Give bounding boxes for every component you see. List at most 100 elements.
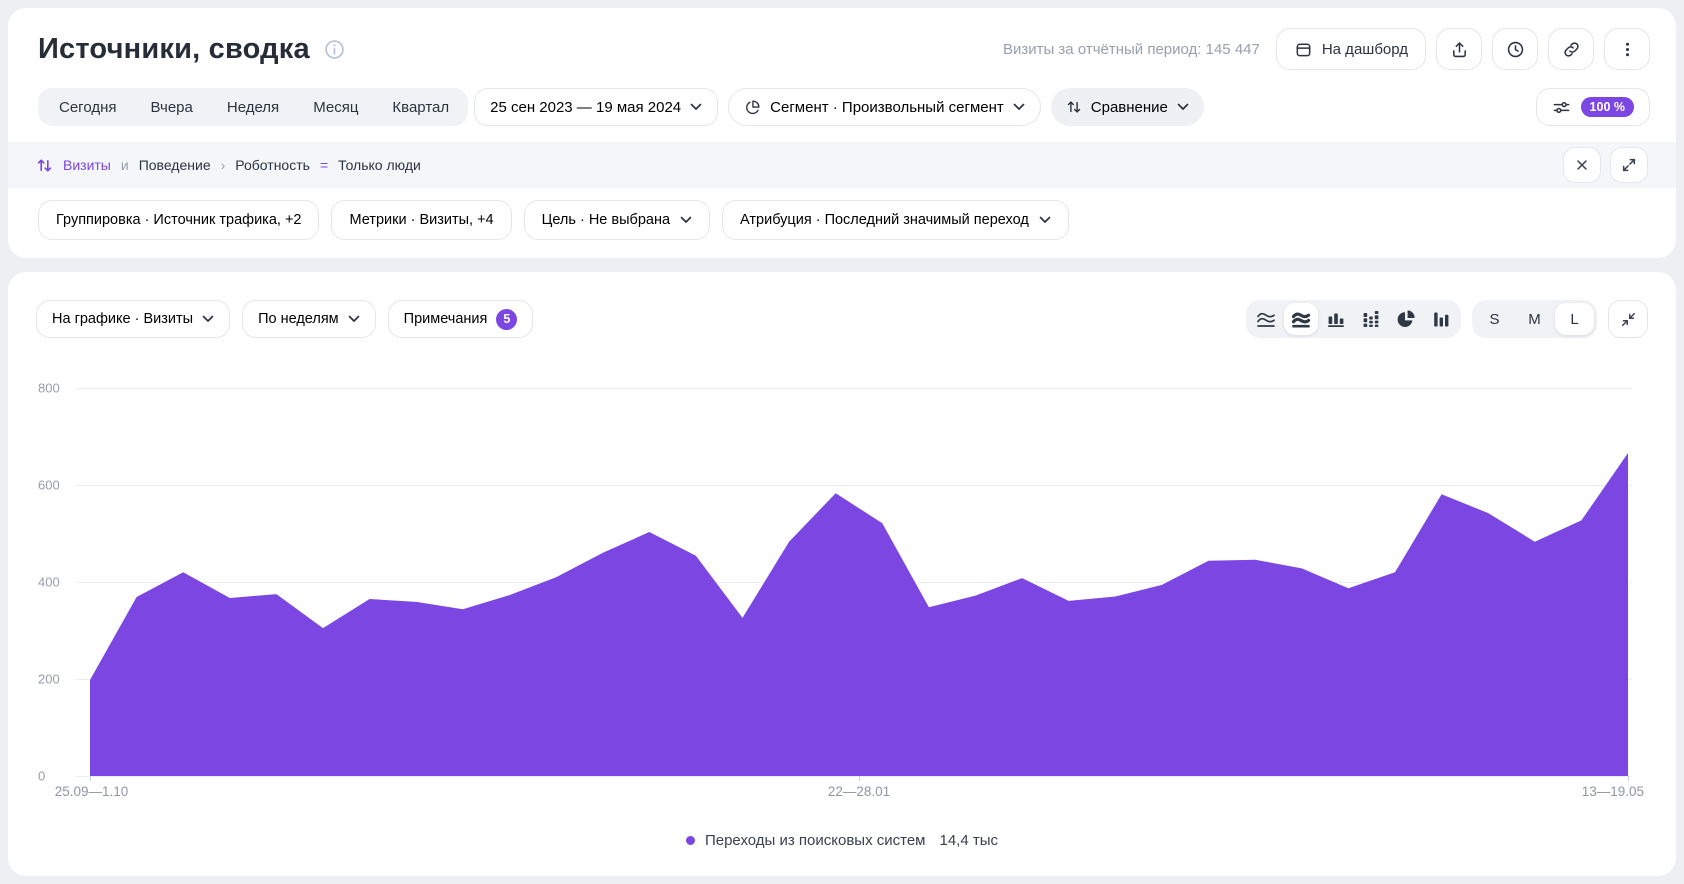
page-title: Источники, сводка xyxy=(38,33,310,66)
chevron-down-icon xyxy=(1039,216,1051,224)
period-preset[interactable]: Месяц xyxy=(296,99,375,116)
legend-item[interactable]: Переходы из поисковых систем 14,4 тыс xyxy=(8,832,1676,849)
chip-label: Цель · Не выбрана xyxy=(542,212,670,228)
share-icon xyxy=(1450,40,1469,59)
chart-size-button[interactable]: S xyxy=(1475,303,1514,335)
notes-button[interactable]: Примечания 5 xyxy=(388,300,534,338)
chip-label: Метрики · Визиты, +4 xyxy=(349,212,493,228)
metric-filter-bar: Визиты и Поведение › Роботность = Только… xyxy=(8,142,1676,188)
granularity-label: По неделям xyxy=(258,311,339,327)
comparison-label: Сравнение xyxy=(1091,99,1168,116)
settings-chip[interactable]: Цель · Не выбрана xyxy=(524,200,710,240)
dashboard-icon xyxy=(1294,40,1313,59)
x-tick xyxy=(1628,776,1629,781)
x-axis: 25.09—1.10 22—28.01 13—19.05 xyxy=(90,784,1628,802)
chevron-down-icon xyxy=(690,103,702,111)
collapse-chart-button[interactable] xyxy=(1608,300,1648,338)
filter-separator: › xyxy=(221,157,226,173)
settings-chips: Группировка · Источник трафика, +2 Метри… xyxy=(38,200,1646,240)
more-menu-button[interactable] xyxy=(1604,28,1650,70)
chart-type-pie[interactable] xyxy=(1389,303,1423,335)
chart-type-bars[interactable] xyxy=(1319,303,1353,335)
area-chart[interactable] xyxy=(90,388,1628,776)
clock-icon xyxy=(1506,40,1525,59)
stacked-area-icon xyxy=(1291,309,1311,329)
chip-label: Атрибуция · Последний значимый переход xyxy=(740,212,1029,228)
on-chart-selector[interactable]: На графике · Визиты xyxy=(36,300,230,338)
copy-link-button[interactable] xyxy=(1548,28,1594,70)
period-preset[interactable]: Вчера xyxy=(134,99,210,116)
on-chart-label: На графике · Визиты xyxy=(52,311,193,327)
chart-size-button[interactable]: M xyxy=(1515,303,1554,335)
to-dashboard-button[interactable]: На дашборд xyxy=(1276,28,1426,70)
chart-type-stacked-bars[interactable] xyxy=(1354,303,1388,335)
segment-label: Сегмент · Произвольный сегмент xyxy=(770,99,1004,116)
plot-area xyxy=(90,388,1628,776)
period-presets: Сегодня Вчера Неделя Месяц Квартал xyxy=(38,88,468,126)
chart-card: На графике · Визиты По неделям Примечани… xyxy=(8,272,1676,876)
y-axis-label: 800 xyxy=(38,381,60,396)
chevron-down-icon xyxy=(1177,103,1189,111)
expand-filter-button[interactable] xyxy=(1610,147,1648,183)
settings-chip[interactable]: Атрибуция · Последний значимый переход xyxy=(722,200,1069,240)
x-axis-label: 22—28.01 xyxy=(828,784,890,799)
x-axis-label: 25.09—1.10 xyxy=(55,784,129,799)
period-preset[interactable]: Неделя xyxy=(210,99,296,116)
area-path xyxy=(90,453,1628,776)
period-preset[interactable]: Квартал xyxy=(375,99,466,116)
legend-value: 14,4 тыс xyxy=(940,832,999,849)
segment-selector[interactable]: Сегмент · Произвольный сегмент xyxy=(728,88,1041,126)
settings-chip[interactable]: Группировка · Источник трафика, +2 xyxy=(38,200,319,240)
info-icon[interactable] xyxy=(324,39,345,60)
filter-metric[interactable]: Визиты xyxy=(63,157,111,173)
chevron-down-icon xyxy=(348,315,360,323)
date-range-picker[interactable]: 25 сен 2023 — 19 мая 2024 xyxy=(474,88,718,126)
chevron-down-icon xyxy=(202,315,214,323)
y-axis-label: 600 xyxy=(38,478,60,493)
filter-value[interactable]: Только люди xyxy=(338,157,421,173)
chip-label: Группировка · Источник трафика, +2 xyxy=(56,212,301,228)
history-button[interactable] xyxy=(1492,28,1538,70)
clear-filter-button[interactable] xyxy=(1563,147,1601,183)
compare-arrows-icon xyxy=(1066,99,1082,115)
summary-card: Источники, сводка Визиты за отчётный пер… xyxy=(8,8,1676,258)
settings-chip[interactable]: Метрики · Визиты, +4 xyxy=(331,200,511,240)
chevron-down-icon xyxy=(680,216,692,224)
sampling-badge: 100 % xyxy=(1581,97,1634,117)
filter-attribute[interactable]: Роботность xyxy=(235,157,310,173)
sampling-button[interactable]: 100 % xyxy=(1536,88,1650,126)
notes-label: Примечания xyxy=(404,311,488,327)
to-dashboard-label: На дашборд xyxy=(1322,41,1408,58)
header: Источники, сводка Визиты за отчётный пер… xyxy=(38,26,1650,72)
period-preset[interactable]: Сегодня xyxy=(42,99,134,116)
filter-group[interactable]: Поведение xyxy=(139,157,211,173)
comparison-selector[interactable]: Сравнение xyxy=(1051,88,1204,126)
sliders-icon xyxy=(1552,98,1571,117)
x-tick xyxy=(859,776,860,781)
y-axis-label: 400 xyxy=(38,575,60,590)
pie-chart-icon xyxy=(744,99,761,116)
chart-type-group xyxy=(1246,300,1461,338)
chart-type-columns[interactable] xyxy=(1424,303,1458,335)
metric-compare-icon xyxy=(36,157,53,174)
chart-type-stacked-area[interactable] xyxy=(1284,303,1318,335)
gridline xyxy=(76,776,1632,777)
legend-dot xyxy=(686,836,695,845)
chart-size-group: S M L xyxy=(1472,300,1597,338)
chart-size-button[interactable]: L xyxy=(1555,303,1594,335)
period-bar: Сегодня Вчера Неделя Месяц Квартал 25 се… xyxy=(38,88,1650,126)
bar-chart-icon xyxy=(1326,309,1346,329)
link-icon xyxy=(1562,40,1581,59)
filter-conjunction: и xyxy=(121,157,129,173)
granularity-selector[interactable]: По неделям xyxy=(242,300,376,338)
stacked-bar-chart-icon xyxy=(1361,309,1381,329)
collapse-icon xyxy=(1621,312,1636,327)
y-axis-label: 200 xyxy=(38,672,60,687)
column-chart-icon xyxy=(1431,309,1451,329)
chart-type-line[interactable] xyxy=(1249,303,1283,335)
chevron-down-icon xyxy=(1013,103,1025,111)
chart-controls: На графике · Визиты По неделям Примечани… xyxy=(36,300,1648,338)
x-tick xyxy=(90,776,91,781)
filter-operator: = xyxy=(320,157,328,173)
export-button[interactable] xyxy=(1436,28,1482,70)
